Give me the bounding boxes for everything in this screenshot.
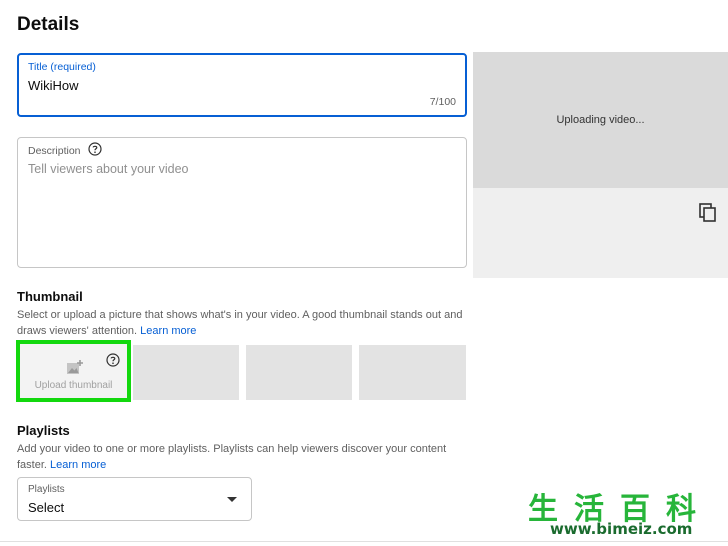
page-title: Details (17, 14, 80, 35)
auto-thumbnail-option[interactable] (133, 345, 239, 400)
thumbnail-description: Select or upload a picture that shows wh… (17, 307, 467, 339)
help-circle-icon[interactable] (106, 353, 120, 367)
help-circle-icon[interactable] (88, 142, 102, 156)
playlists-select[interactable]: Playlists Select (17, 477, 252, 521)
copy-icon[interactable] (698, 201, 718, 223)
auto-thumbnail-option[interactable] (359, 345, 466, 400)
add-image-icon (66, 359, 84, 375)
title-field-value[interactable]: WikiHow (28, 78, 79, 93)
title-field-label: Title (required) (28, 61, 96, 73)
thumbnail-learn-more-link[interactable]: Learn more (140, 325, 196, 337)
description-field[interactable]: Description Tell viewers about your vide… (17, 137, 467, 268)
watermark: 生活百科 www.bimeiz.com (520, 484, 725, 542)
upload-thumbnail-button[interactable]: Upload thumbnail (16, 340, 131, 402)
playlists-select-label: Playlists (28, 484, 65, 495)
title-char-counter: 7/100 (429, 96, 456, 108)
playlists-select-value: Select (28, 500, 65, 515)
upload-thumbnail-label: Upload thumbnail (34, 380, 113, 391)
thumbnail-description-text: Select or upload a picture that shows wh… (17, 309, 463, 337)
watermark-url: www.bimeiz.com (550, 520, 693, 538)
playlists-heading: Playlists (17, 423, 70, 438)
auto-thumbnail-option[interactable] (246, 345, 352, 400)
chevron-down-icon (227, 497, 237, 502)
upload-status: Uploading video... (556, 114, 645, 126)
thumbnail-heading: Thumbnail (17, 289, 83, 304)
description-field-label: Description (28, 145, 81, 157)
playlists-learn-more-link[interactable]: Learn more (50, 459, 106, 471)
playlists-description: Add your video to one or more playlists.… (17, 441, 457, 473)
description-placeholder: Tell viewers about your video (28, 162, 189, 176)
title-field[interactable]: Title (required) WikiHow 7/100 (17, 53, 467, 117)
